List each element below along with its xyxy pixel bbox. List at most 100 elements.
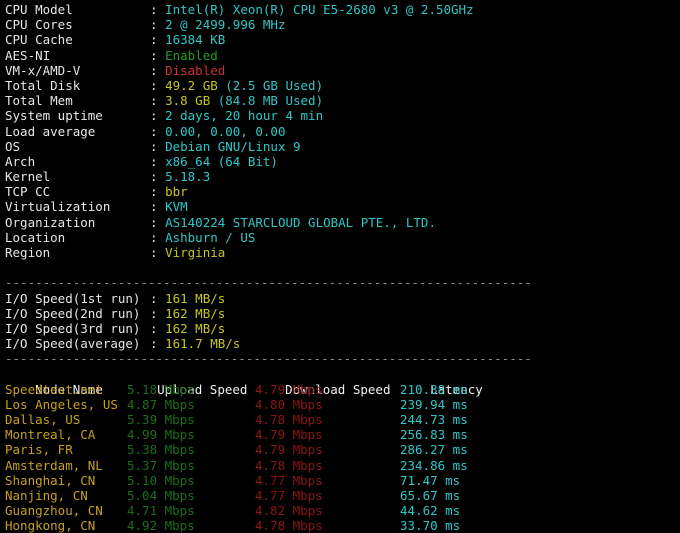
info-colon: : [150,138,166,154]
cell-latency: 239.94 ms [400,396,468,412]
info-row: AES-NI: Enabled [5,48,680,63]
cell-download-speed: 4.79 Mbps [255,381,323,397]
info-colon: : [150,123,166,139]
table-row: Montreal, CA 4.99 Mbps 4.79 Mbps 256.83 ms [5,427,680,442]
cell-latency: 71.47 ms [400,472,461,488]
cell-node-name: Montreal, CA [5,427,96,443]
cell-download-speed: 4.77 Mbps [255,488,323,503]
cell-download-speed: 4.78 Mbps [255,457,323,473]
table-row: Amsterdam, NL 5.37 Mbps 4.78 Mbps 234.86 ms [5,458,680,473]
info-row: CPU Cores: 2 @ 2499.996 MHz [5,17,680,32]
cell-download-speed: 4.77 Mbps [255,472,323,488]
cell-node-name: Paris, FR [5,442,73,458]
cell-latency: 244.73 ms [400,412,468,428]
info-label: System uptime [5,108,103,124]
table-row: Nanjing, CN 5.04 Mbps 4.77 Mbps 65.67 ms [5,488,680,503]
cell-latency: 44.62 ms [400,503,461,519]
cell-node-name: Amsterdam, NL [5,457,103,473]
info-value: bbr [165,184,188,200]
cell-upload-speed: 5.38 Mbps [127,442,195,458]
cell-upload-speed: 4.71 Mbps [127,503,195,519]
info-value: x86_64 (64 Bit) [165,153,278,169]
table-row: Dallas, US 5.39 Mbps 4.78 Mbps 244.73 ms [5,412,680,427]
info-row: VM-x/AMD-V: Disabled [5,63,680,78]
info-row: Load average: 0.00, 0.00, 0.00 [5,124,680,139]
info-label: Location [5,229,66,245]
separator-line-top: ----------------------------------------… [5,275,532,291]
info-label: Total Mem [5,93,73,109]
io-speed-row: I/O Speed(2nd run): 162 MB/s [5,306,680,321]
cell-download-speed: 4.78 Mbps [255,518,323,533]
table-row: Los Angeles, US 4.87 Mbps 4.80 Mbps 239.94 … [5,397,680,412]
info-colon: : [150,32,166,48]
info-label: CPU Cache [5,32,73,48]
info-value: KVM [165,199,188,215]
info-value: 3.8 GB [165,93,211,109]
info-colon: : [150,17,166,33]
io-speed-row: I/O Speed(average): 161.7 MB/s [5,336,680,351]
cell-upload-speed: 5.04 Mbps [127,488,195,503]
info-label: Organization [5,214,96,230]
info-row: Organization: AS140224 STARCLOUD GLOBAL … [5,215,680,230]
info-colon: : [150,108,166,124]
info-value: AS140224 STARCLOUD GLOBAL PTE., LTD. [165,214,436,230]
io-speed-colon: : [150,290,166,306]
cell-node-name: Speedtest.net [5,381,103,397]
info-colon: : [150,62,166,78]
terminal-screen[interactable]: CPU Model: Intel(R) Xeon(R) CPU E5-2680 … [0,0,680,533]
info-row: Arch: x86_64 (64 Bit) [5,154,680,169]
cell-upload-speed: 5.37 Mbps [127,457,195,473]
table-row: Hongkong, CN 4.92 Mbps 4.78 Mbps 33.70 ms [5,518,680,533]
table-row: Guangzhou, CN 4.71 Mbps 4.82 Mbps 44.62 ms [5,503,680,518]
info-row: CPU Model: Intel(R) Xeon(R) CPU E5-2680 … [5,2,680,17]
info-row: Total Disk: 49.2 GB (2.5 GB Used) [5,78,680,93]
info-value: 2 @ 2499.996 MHz [165,17,286,33]
info-colon: : [150,93,166,109]
info-label: VM-x/AMD-V [5,62,81,78]
io-speed-row: I/O Speed(1st run): 161 MB/s [5,291,680,306]
table-row: Speedtest.net 5.18 Mbps 4.79 Mbps 210.38 ms [5,382,680,397]
table-row: Paris, FR 5.38 Mbps 4.79 Mbps 286.27 ms [5,442,680,457]
info-row: Region: Virginia [5,245,680,260]
info-value: Ashburn / US [165,229,256,245]
info-label: Region [5,245,51,260]
cell-upload-speed: 4.87 Mbps [127,396,195,412]
io-speed-label: I/O Speed(average) [5,336,141,352]
info-row: CPU Cache: 16384 KB [5,32,680,47]
info-value: 2 days, 20 hour 4 min [165,108,324,124]
cell-download-speed: 4.82 Mbps [255,503,323,519]
info-colon: : [150,245,166,260]
cell-download-speed: 4.78 Mbps [255,412,323,428]
cell-upload-speed: 4.92 Mbps [127,518,195,533]
io-speed-row: I/O Speed(3rd run): 162 MB/s [5,321,680,336]
cell-latency: 65.67 ms [400,488,461,503]
system-info-block: CPU Model: Intel(R) Xeon(R) CPU E5-2680 … [5,2,680,260]
io-speed-label: I/O Speed(3rd run) [5,320,141,336]
info-label: AES-NI [5,47,51,63]
cell-node-name: Dallas, US [5,412,81,428]
info-colon: : [150,199,166,215]
io-speed-value: 161 MB/s [165,290,226,306]
info-colon: : [150,2,166,17]
separator-line-bottom: ----------------------------------------… [5,351,532,367]
cell-node-name: Hongkong, CN [5,518,96,533]
info-value: 49.2 GB [165,77,218,93]
info-colon: : [150,169,166,185]
io-speed-value: 162 MB/s [165,320,226,336]
info-colon: : [150,47,166,63]
info-row: Kernel: 5.18.3 [5,169,680,184]
cell-node-name: Los Angeles, US [5,396,118,412]
info-value: Virginia [165,245,226,260]
info-value-secondary: (2.5 GB Used) [217,77,324,93]
info-colon: : [150,153,166,169]
info-value: 16384 KB [165,32,226,48]
speedtest-table-body: Speedtest.net 5.18 Mbps 4.79 Mbps 210.38 ms… [5,382,680,533]
info-row: OS: Debian GNU/Linux 9 [5,139,680,154]
info-value-secondary: (84.8 MB Used) [210,93,324,109]
cell-node-name: Nanjing, CN [5,488,88,503]
cell-node-name: Guangzhou, CN [5,503,103,519]
info-colon: : [150,229,166,245]
info-row: Location: Ashburn / US [5,230,680,245]
cell-upload-speed: 5.39 Mbps [127,412,195,428]
